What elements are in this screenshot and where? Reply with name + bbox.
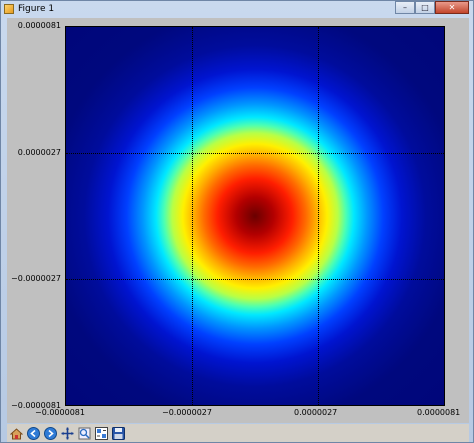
pan-move-icon bbox=[61, 427, 74, 439]
zoom-button[interactable] bbox=[77, 426, 92, 441]
heatmap-image bbox=[66, 27, 444, 405]
grid-line-x bbox=[318, 27, 319, 405]
close-icon: ✕ bbox=[448, 2, 456, 12]
home-button[interactable] bbox=[9, 426, 24, 441]
x-tick-label: 0.0000081 bbox=[417, 408, 461, 417]
grid-line-y bbox=[66, 153, 444, 154]
back-arrow-icon bbox=[27, 426, 40, 440]
grid-line-y bbox=[66, 279, 444, 280]
x-tick-label: −0.0000027 bbox=[162, 408, 212, 417]
x-tick-label: −0.0000081 bbox=[35, 408, 85, 417]
save-button[interactable] bbox=[111, 426, 126, 441]
navigation-toolbar bbox=[7, 424, 469, 442]
pan-button[interactable] bbox=[60, 426, 75, 441]
zoom-rect-icon bbox=[78, 427, 91, 439]
home-icon bbox=[10, 427, 23, 439]
forward-button[interactable] bbox=[43, 426, 58, 441]
x-tick-label: 0.0000027 bbox=[294, 408, 338, 417]
app-icon bbox=[4, 4, 14, 14]
grid-line-x bbox=[192, 27, 193, 405]
title-bar[interactable]: Figure 1 – □ ✕ bbox=[1, 1, 473, 17]
configure-subplots-button[interactable] bbox=[94, 426, 109, 441]
window-controls: – □ ✕ bbox=[395, 1, 469, 14]
window-title: Figure 1 bbox=[18, 4, 55, 14]
subplots-icon bbox=[95, 426, 108, 440]
y-tick-label: 0.0000081 bbox=[17, 21, 61, 30]
save-icon bbox=[112, 426, 125, 440]
close-button[interactable]: ✕ bbox=[435, 1, 469, 14]
maximize-button[interactable]: □ bbox=[415, 1, 435, 14]
y-tick-label: −0.0000027 bbox=[11, 274, 61, 283]
minimize-icon: – bbox=[403, 2, 407, 12]
back-button[interactable] bbox=[26, 426, 41, 441]
maximize-icon: □ bbox=[421, 2, 429, 12]
minimize-button[interactable]: – bbox=[395, 1, 415, 14]
forward-arrow-icon bbox=[44, 426, 57, 440]
figure-canvas[interactable]: 0.0000081 0.0000027 −0.0000027 −0.000008… bbox=[7, 18, 469, 423]
figure-window: Figure 1 – □ ✕ 0.0000081 0.0000027 −0.00… bbox=[0, 0, 474, 443]
y-tick-label: 0.0000027 bbox=[17, 148, 61, 157]
plot-axes[interactable] bbox=[65, 26, 445, 406]
